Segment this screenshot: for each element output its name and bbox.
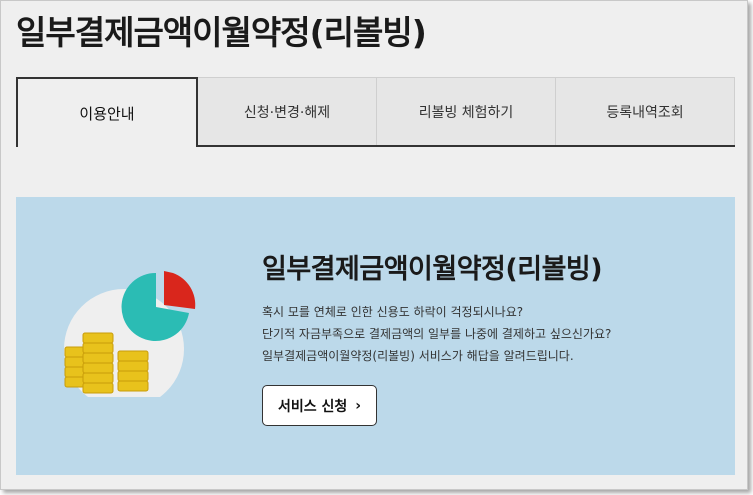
tab-label: 이용안내 bbox=[79, 104, 135, 123]
service-apply-button[interactable]: 서비스 신청 › bbox=[262, 385, 377, 426]
window-frame: 일부결제금액이월약정(리볼빙) 이용안내 신청·변경·해제 리볼빙 체험하기 등… bbox=[0, 0, 748, 490]
description-line: 일부결제금액이월약정(리볼빙) 서비스가 해답을 알려드립니다. bbox=[262, 349, 574, 363]
tab-label: 등록내역조회 bbox=[606, 104, 684, 121]
tab-bar: 이용안내 신청·변경·해제 리볼빙 체험하기 등록내역조회 bbox=[16, 77, 735, 147]
tab-registration-history[interactable]: 등록내역조회 bbox=[556, 77, 735, 145]
page-title: 일부결제금액이월약정(리볼빙) bbox=[16, 13, 427, 52]
pie-chart-coins-illustration bbox=[64, 271, 196, 397]
coin-stack-middle bbox=[82, 332, 114, 394]
pie-highlight-slice bbox=[164, 271, 196, 309]
tab-apply-change-cancel[interactable]: 신청·변경·해제 bbox=[198, 77, 377, 145]
banner-description: 혹시 모를 연체로 인한 신용도 하락이 걱정되시나요? 단기적 자금부족으로 … bbox=[262, 301, 611, 367]
service-apply-label: 서비스 신청 bbox=[277, 398, 348, 415]
tab-label: 리볼빙 체험하기 bbox=[418, 104, 514, 121]
description-line: 혹시 모를 연체로 인한 신용도 하락이 걱정되시나요? bbox=[262, 305, 524, 319]
description-line: 단기적 자금부족으로 결제금액의 일부를 나중에 결제하고 싶으신가요? bbox=[262, 327, 612, 341]
chevron-right-icon: › bbox=[355, 397, 362, 414]
tab-usage-guide[interactable]: 이용안내 bbox=[16, 77, 198, 147]
coin-stack-right bbox=[117, 350, 149, 392]
info-banner: 일부결제금액이월약정(리볼빙) 혹시 모를 연체로 인한 신용도 하락이 걱정되… bbox=[16, 197, 735, 475]
banner-title: 일부결제금액이월약정(리볼빙) bbox=[262, 254, 603, 285]
tab-label: 신청·변경·해제 bbox=[243, 104, 331, 121]
tab-revolving-experience[interactable]: 리볼빙 체험하기 bbox=[377, 77, 556, 145]
